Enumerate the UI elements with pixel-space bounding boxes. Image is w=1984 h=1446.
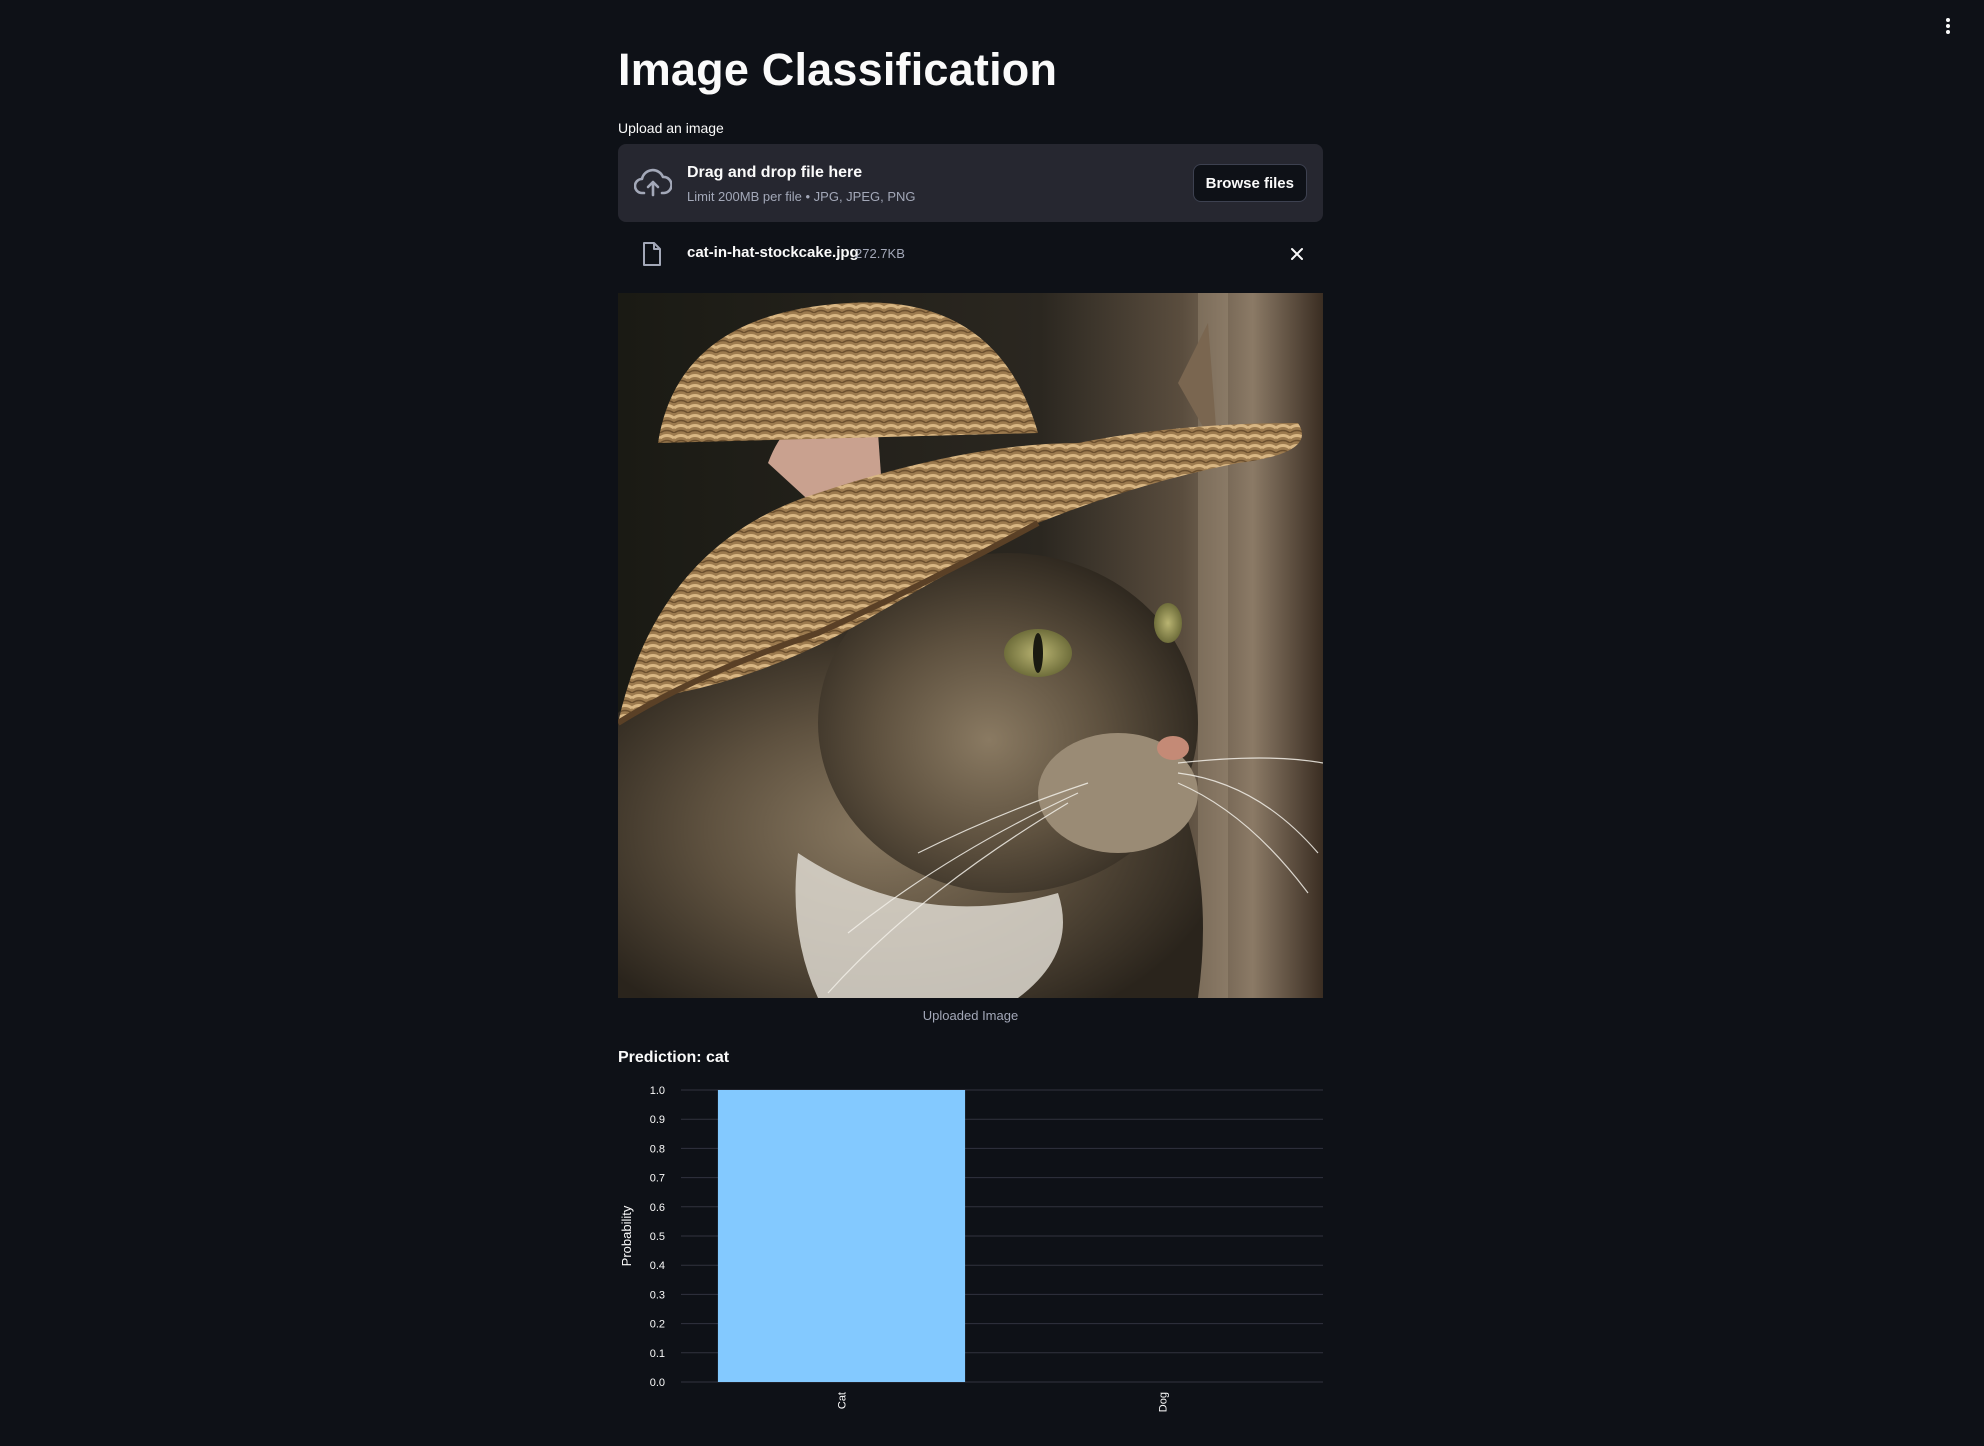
chart-y-tick-label: 0.2 bbox=[650, 1319, 665, 1331]
upload-label: Upload an image bbox=[618, 120, 724, 136]
uploaded-image bbox=[618, 293, 1323, 998]
chart-x-tick-labels: Cat Dog bbox=[837, 1392, 1170, 1412]
dropzone-limits: Limit 200MB per file • JPG, JPEG, PNG bbox=[687, 189, 916, 204]
browse-files-button[interactable]: Browse files bbox=[1192, 164, 1307, 202]
probability-bar-chart: 0.0 0.1 0.2 0.3 0.4 0.5 0.6 0.7 0.8 0.9 1.0 Cat Dog… bbox=[619, 1085, 1323, 1412]
chart-y-tick-label: 0.4 bbox=[650, 1260, 665, 1272]
chart-y-axis-label: Probability bbox=[619, 1205, 634, 1266]
chart-y-tick-labels: 0.0 0.1 0.2 0.3 0.4 0.5 0.6 0.7 0.8 0.9 1.0 bbox=[650, 1085, 665, 1389]
main-menu-button[interactable] bbox=[1934, 12, 1962, 40]
chart-y-tick-label: 0.0 bbox=[650, 1377, 665, 1389]
chart-x-tick-label: Dog bbox=[1158, 1392, 1170, 1412]
file-icon bbox=[643, 242, 661, 266]
chart-y-tick-label: 0.6 bbox=[650, 1202, 665, 1214]
chart-bar-cat[interactable] bbox=[717, 1090, 966, 1382]
file-size: 272.7KB bbox=[855, 246, 905, 261]
chart-x-tick-label: Cat bbox=[837, 1392, 849, 1409]
page-title: Image Classification bbox=[618, 44, 1058, 95]
cat-photo bbox=[618, 293, 1323, 998]
chart-y-tick-label: 0.5 bbox=[650, 1231, 665, 1243]
uploaded-file-row: cat-in-hat-stockcake.jpg 272.7KB bbox=[618, 232, 1323, 276]
chart-y-tick-label: 1.0 bbox=[650, 1085, 665, 1097]
prediction-label: Prediction: cat bbox=[618, 1049, 730, 1066]
more-vertical-icon bbox=[1946, 18, 1950, 34]
file-dropzone[interactable]: Drag and drop file here Limit 200MB per … bbox=[618, 144, 1323, 222]
chart-y-tick-label: 0.1 bbox=[650, 1348, 665, 1360]
dropzone-title: Drag and drop file here bbox=[687, 164, 863, 181]
cloud-upload-icon bbox=[634, 168, 672, 197]
chart-y-tick-label: 0.8 bbox=[650, 1143, 665, 1155]
chart-y-tick-label: 0.9 bbox=[650, 1114, 665, 1126]
chart-y-tick-label: 0.3 bbox=[650, 1289, 665, 1301]
image-caption: Uploaded Image bbox=[922, 1008, 1019, 1023]
close-icon[interactable] bbox=[1287, 244, 1307, 264]
chart-y-tick-label: 0.7 bbox=[650, 1173, 665, 1185]
chart-bars bbox=[717, 1090, 966, 1382]
file-name: cat-in-hat-stockcake.jpg bbox=[687, 244, 859, 261]
